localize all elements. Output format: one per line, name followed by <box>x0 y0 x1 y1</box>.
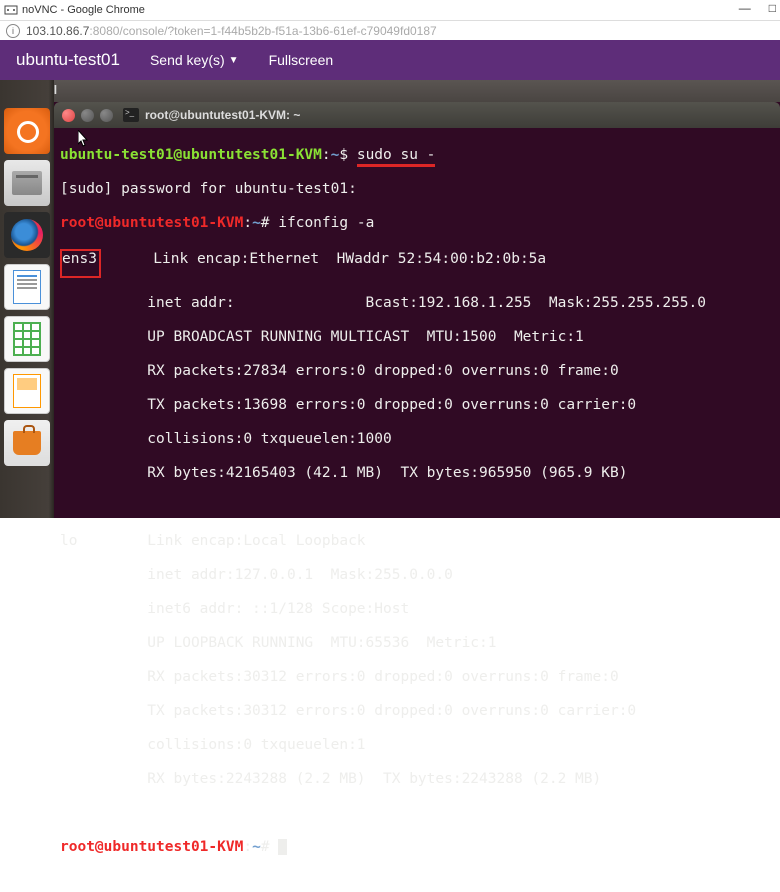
novnc-icon <box>4 3 18 17</box>
terminal-line: TX packets:13698 errors:0 dropped:0 over… <box>60 397 774 414</box>
terminal-line: collisions:0 txqueuelen:1000 <box>60 431 774 448</box>
terminal-line: [sudo] password for ubuntu-test01: <box>60 181 774 198</box>
maximize-icon[interactable]: □ <box>769 1 776 15</box>
browser-title: noVNC - Google Chrome <box>22 4 145 16</box>
browser-titlebar: noVNC - Google Chrome — □ <box>0 0 780 20</box>
firefox-launcher[interactable] <box>4 212 50 258</box>
terminal-line <box>60 499 774 516</box>
calc-launcher[interactable] <box>4 316 50 362</box>
impress-icon <box>13 374 41 408</box>
terminal-line: lo Link encap:Local Loopback <box>60 533 774 550</box>
terminal-title: root@ubuntutest01-KVM: ~ <box>145 108 300 122</box>
terminal-line: inet6 addr: ::1/128 Scope:Host <box>60 601 774 618</box>
info-icon[interactable]: i <box>6 24 20 38</box>
terminal-line <box>60 805 774 822</box>
terminal-line: TX packets:30312 errors:0 dropped:0 over… <box>60 703 774 720</box>
writer-icon <box>13 270 41 304</box>
software-icon <box>13 431 41 455</box>
fullscreen-button[interactable]: Fullscreen <box>269 52 334 68</box>
terminal-line: ubuntu-test01@ubuntutest01-KVM:~$ sudo s… <box>60 147 774 164</box>
terminal-line: RX bytes:42165403 (42.1 MB) TX bytes:965… <box>60 465 774 482</box>
mouse-cursor-icon <box>78 130 90 148</box>
terminal-line: RX packets:30312 errors:0 dropped:0 over… <box>60 669 774 686</box>
ubuntu-icon <box>13 117 41 145</box>
dash-button[interactable] <box>4 108 50 154</box>
terminal-line: collisions:0 txqueuelen:1 <box>60 737 774 754</box>
terminal-window: root@ubuntutest01-KVM: ~ ubuntu-test01@u… <box>54 102 780 518</box>
terminal-line: inet addr:127.0.0.1 Mask:255.0.0.0 <box>60 567 774 584</box>
files-icon <box>12 171 42 195</box>
terminal-line: UP BROADCAST RUNNING MULTICAST MTU:1500 … <box>60 329 774 346</box>
software-launcher[interactable] <box>4 420 50 466</box>
terminal-line: RX bytes:2243288 (2.2 MB) TX bytes:22432… <box>60 771 774 788</box>
writer-launcher[interactable] <box>4 264 50 310</box>
send-keys-label: Send key(s) <box>150 52 225 68</box>
browser-addressbar[interactable]: i 103.10.86.7:8080/console/?token=1-f44b… <box>0 20 780 40</box>
terminal-line: UP LOOPBACK RUNNING MTU:65536 Metric:1 <box>60 635 774 652</box>
active-window-label: Terminal <box>0 80 780 102</box>
terminal-line: root@ubuntutest01-KVM:~# <box>60 839 774 856</box>
chevron-down-icon: ▼ <box>229 55 239 66</box>
terminal-line: ens3 Link encap:Ethernet HWaddr 52:54:00… <box>60 249 774 278</box>
terminal-cursor <box>278 839 287 855</box>
files-launcher[interactable] <box>4 160 50 206</box>
url-host: 103.10.86.7 <box>26 24 89 38</box>
send-keys-menu[interactable]: Send key(s) ▼ <box>150 52 239 68</box>
terminal-line: root@ubuntutest01-KVM:~# ifconfig -a <box>60 215 774 232</box>
desktop-area: Terminal root@ubuntutest01-KVM: ~ ubuntu… <box>0 80 780 518</box>
terminal-line: RX packets:27834 errors:0 dropped:0 over… <box>60 363 774 380</box>
vnc-hostname: ubuntu-test01 <box>16 50 120 70</box>
terminal-line: inet addr: Bcast:192.168.1.255 Mask:255.… <box>60 295 774 312</box>
maximize-button[interactable] <box>100 109 113 122</box>
minimize-icon[interactable]: — <box>739 1 751 15</box>
url-path: :8080/console/?token=1-f44b5b2b-f51a-13b… <box>89 24 436 38</box>
terminal-content[interactable]: ubuntu-test01@ubuntutest01-KVM:~$ sudo s… <box>54 128 780 892</box>
unity-launcher <box>0 80 54 518</box>
terminal-titlebar[interactable]: root@ubuntutest01-KVM: ~ <box>54 102 780 128</box>
calc-icon <box>13 322 41 356</box>
vnc-header: ubuntu-test01 Send key(s) ▼ Fullscreen <box>0 40 780 80</box>
terminal-icon <box>123 108 139 122</box>
minimize-button[interactable] <box>81 109 94 122</box>
close-button[interactable] <box>62 109 75 122</box>
impress-launcher[interactable] <box>4 368 50 414</box>
firefox-icon <box>11 219 43 251</box>
